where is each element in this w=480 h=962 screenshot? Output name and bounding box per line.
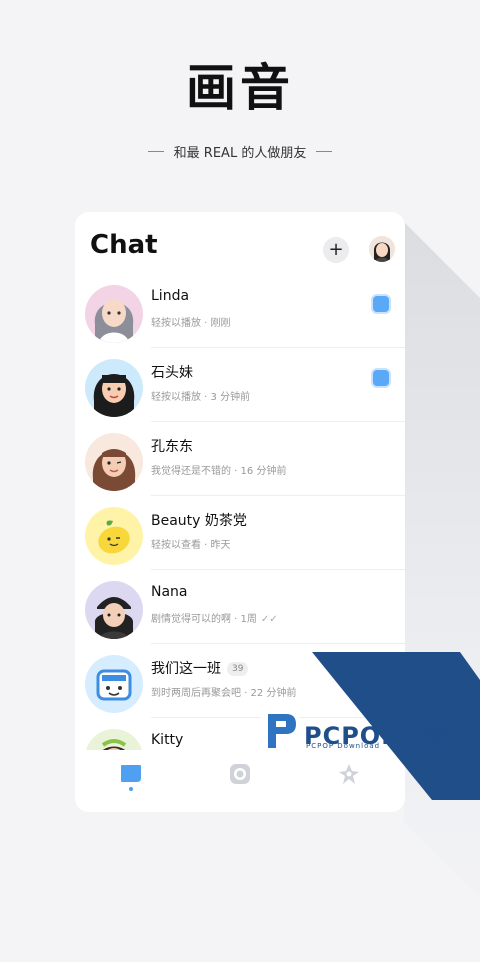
unread-indicator [371, 368, 391, 388]
chat-bubble-icon [121, 765, 141, 791]
chat-row[interactable]: Beauty 奶茶党 轻按以查看 · 昨天 [75, 496, 405, 570]
slogan-dash-left [147, 151, 164, 152]
plus-icon: + [328, 239, 344, 260]
profile-avatar-icon [369, 236, 395, 262]
avatar-illustration [92, 449, 136, 491]
chat-name: Linda [151, 288, 190, 304]
chat-name: 孔东东 [151, 439, 193, 455]
chat-row[interactable]: Linda 轻按以播放 · 刚刚 [75, 274, 405, 348]
read-check-icon: ✓✓ [260, 614, 278, 625]
chat-list: Linda 轻按以播放 · 刚刚 石头妹 轻按以播放 · 3 分钟前 孔东东 我… [75, 274, 405, 792]
chat-name: Beauty 奶茶党 [151, 513, 247, 529]
chat-name: 石头妹 [151, 365, 193, 381]
chat-row[interactable]: Nana 剧情觉得可以的啊 · 1周 ✓✓ [75, 570, 405, 644]
chat-name: Nana [151, 584, 188, 600]
add-chat-button[interactable]: + [323, 237, 349, 263]
tab-camera[interactable] [228, 762, 252, 786]
avatar [85, 285, 143, 343]
avatar [85, 655, 143, 713]
chat-row[interactable]: 孔东东 我觉得还是不错的 · 16 分钟前 [75, 422, 405, 496]
bottom-tab-bar [75, 750, 405, 812]
chat-subtitle: 轻按以播放 · 3 分钟前 [151, 392, 251, 403]
card-shadow [404, 222, 480, 962]
chat-subtitle: 轻按以播放 · 刚刚 [151, 318, 231, 329]
unread-indicator [371, 294, 391, 314]
avatar-illustration [93, 374, 135, 417]
lemon-avatar-icon [98, 520, 130, 554]
avatar-illustration [94, 299, 134, 343]
slogan-text: 和最 REAL 的人做朋友 [173, 146, 307, 161]
avatar [85, 507, 143, 565]
tab-discover[interactable] [337, 762, 361, 786]
chat-subtitle: 剧情觉得可以的啊 · 1周 ✓✓ [151, 610, 278, 625]
chat-row[interactable]: 我们这一班 39 到时两周后再聚会吧 · 22 分钟前 [75, 644, 405, 718]
chat-subtitle-text: 剧情觉得可以的啊 · 1周 [151, 614, 257, 625]
chat-subtitle: 我觉得还是不错的 · 16 分钟前 [151, 466, 287, 477]
slogan: 和最 REAL 的人做朋友 [0, 142, 480, 161]
slogan-dash-right [316, 151, 333, 152]
avatar [85, 433, 143, 491]
page-title: Chat [90, 230, 158, 260]
avatar-illustration [94, 597, 134, 639]
profile-avatar[interactable] [369, 236, 395, 262]
chat-row[interactable]: 石头妹 轻按以播放 · 3 分钟前 [75, 348, 405, 422]
chat-name: 我们这一班 39 [151, 658, 249, 678]
group-avatar-icon [96, 669, 132, 701]
chat-card: Chat + Linda 轻按以播放 · 刚刚 石头妹 轻按以播放 · 3 分钟… [75, 212, 405, 812]
chat-subtitle: 轻按以查看 · 昨天 [151, 540, 231, 551]
chat-header: Chat + [75, 212, 405, 278]
member-count-badge: 39 [227, 662, 249, 676]
avatar [85, 359, 143, 417]
pinwheel-icon [339, 764, 359, 784]
chat-name: Kitty [151, 732, 184, 748]
chat-name-text: 我们这一班 [151, 661, 221, 677]
app-logo: 画音 [186, 58, 294, 117]
tab-chat[interactable] [119, 762, 143, 791]
chat-subtitle: 到时两周后再聚会吧 · 22 分钟前 [151, 688, 297, 699]
camera-icon [230, 764, 250, 784]
avatar [85, 581, 143, 639]
